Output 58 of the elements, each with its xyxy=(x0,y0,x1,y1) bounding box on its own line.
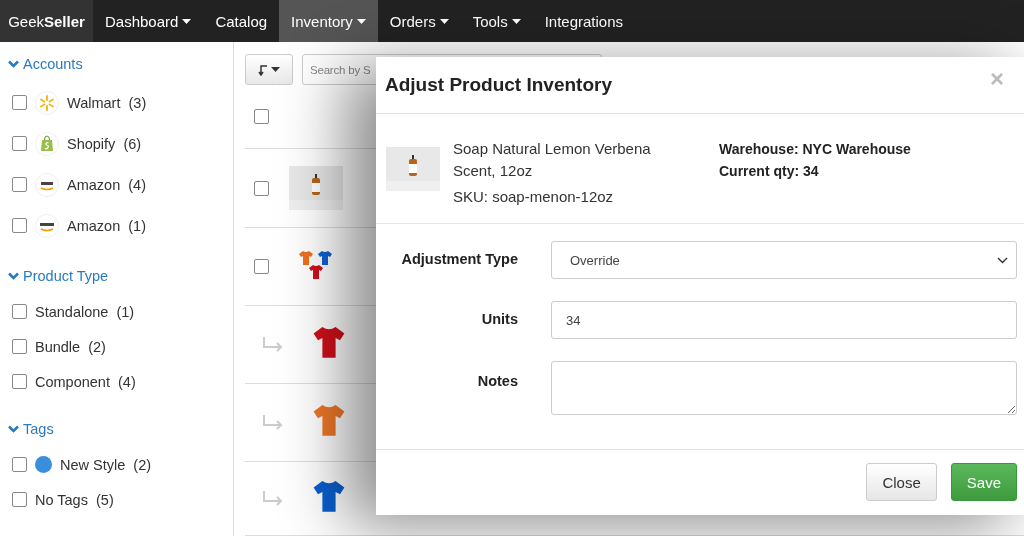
filter-label[interactable]: Amazon (1) xyxy=(67,217,146,234)
filter-label[interactable]: Shopify (6) xyxy=(67,135,142,152)
checkbox[interactable] xyxy=(12,492,27,507)
smile-logo-icon xyxy=(35,213,59,238)
checkbox[interactable] xyxy=(254,109,269,125)
brand-logo[interactable]: GeekSeller xyxy=(0,0,93,42)
product-name: Soap Natural Lemon Verbena Scent, 12oz xyxy=(453,139,652,181)
nav-item[interactable]: Integrations xyxy=(532,0,636,42)
nav-item[interactable]: Inventory xyxy=(279,0,378,42)
filter-label[interactable]: Component (4) xyxy=(35,373,136,390)
checkbox[interactable] xyxy=(12,218,27,233)
textarea-field[interactable] xyxy=(551,361,1017,415)
sort-button[interactable] xyxy=(245,54,293,85)
filter-label[interactable]: New Style (2) xyxy=(60,456,152,473)
caret-icon xyxy=(182,18,192,24)
checkbox[interactable] xyxy=(12,374,27,389)
nav-item[interactable]: Dashboard xyxy=(93,0,204,42)
nav-item[interactable]: Catalog xyxy=(203,0,280,42)
checkbox[interactable] xyxy=(12,457,27,472)
caret-icon xyxy=(271,67,280,72)
filter-label[interactable]: Standalone (1) xyxy=(35,303,135,320)
close-button[interactable]: Close xyxy=(866,463,937,501)
checkbox[interactable] xyxy=(12,136,27,151)
chevron-down-icon xyxy=(8,60,19,68)
product-sku: SKU: soap-menon-12oz xyxy=(453,188,615,205)
smile-logo-icon xyxy=(35,172,59,197)
dialog-title: Adjust Product Inventory xyxy=(385,74,612,96)
chevron-down-icon xyxy=(997,256,1008,264)
filter-label[interactable]: Walmart (3) xyxy=(67,94,147,111)
field-label: Adjustment Type xyxy=(400,250,518,267)
section-header[interactable]: Accounts xyxy=(8,56,233,72)
field-label: Notes xyxy=(476,372,518,389)
filter-label[interactable]: No Tags (5) xyxy=(35,491,114,508)
caret-icon xyxy=(511,18,521,24)
nav-item[interactable]: Orders xyxy=(377,0,461,42)
shopping-bag-logo-icon xyxy=(35,131,59,156)
input-field[interactable]: 34 xyxy=(551,301,1017,339)
warehouse-label: Warehouse: NYC Warehouse xyxy=(719,140,911,159)
sort-icon xyxy=(258,63,268,76)
filter-label[interactable]: Bundle (2) xyxy=(35,338,106,355)
chevron-down-icon xyxy=(8,272,19,280)
filter-label[interactable]: Amazon (4) xyxy=(67,176,146,193)
spark-logo-icon xyxy=(35,90,59,115)
checkbox[interactable] xyxy=(254,180,269,196)
section-header[interactable]: Product Type xyxy=(8,268,233,284)
section-header[interactable]: Tags xyxy=(8,421,233,437)
nav-item[interactable]: Tools xyxy=(460,0,533,42)
checkbox[interactable] xyxy=(12,95,27,110)
current-qty-label: Current qty: 34 xyxy=(719,162,820,181)
caret-icon xyxy=(356,18,366,24)
checkbox[interactable] xyxy=(254,259,269,275)
select-field[interactable]: Override xyxy=(551,241,1017,279)
checkbox[interactable] xyxy=(12,339,27,354)
checkbox[interactable] xyxy=(12,304,27,319)
caret-icon xyxy=(439,18,449,24)
chevron-down-icon xyxy=(8,425,19,433)
field-label: Units xyxy=(480,310,518,327)
checkbox[interactable] xyxy=(12,177,27,192)
